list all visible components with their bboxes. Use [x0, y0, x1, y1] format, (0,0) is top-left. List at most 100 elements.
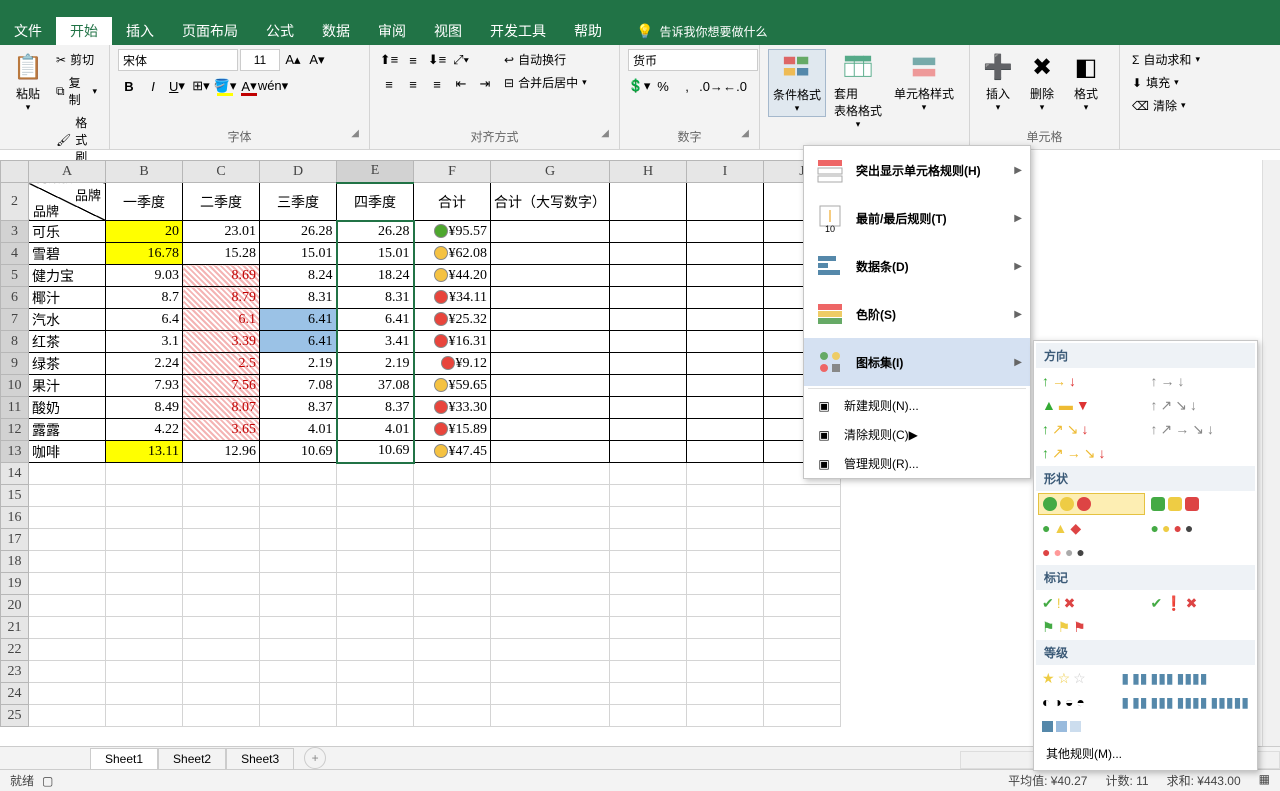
iconset-option[interactable]	[1117, 715, 1253, 737]
row-header[interactable]: 8	[1, 331, 29, 353]
copy-button[interactable]: ⧉复制▾	[52, 72, 101, 110]
align-top-icon[interactable]: ⬆≡	[378, 49, 400, 71]
row-header[interactable]: 23	[1, 661, 29, 683]
column-header[interactable]: H	[610, 161, 687, 183]
cf-item-0[interactable]: 突出显示单元格规则(H)▶	[804, 146, 1030, 194]
cf-simple-0[interactable]: ▣新建规则(N)...	[804, 391, 1030, 420]
row-header[interactable]: 21	[1, 617, 29, 639]
dialog-launcher-icon[interactable]: ◢	[351, 128, 359, 139]
format-painter-button[interactable]: 🖌格式刷	[52, 112, 101, 167]
cf-item-2[interactable]: 数据条(D)▶	[804, 242, 1030, 290]
bold-button[interactable]: B	[118, 75, 140, 97]
border-button[interactable]: ⊞▾	[190, 75, 212, 97]
row-header[interactable]: 17	[1, 529, 29, 551]
dialog-launcher-icon[interactable]: ◢	[741, 128, 749, 139]
row-header[interactable]: 7	[1, 309, 29, 331]
select-all-corner[interactable]	[1, 161, 29, 183]
iconset-option[interactable]: ◐◑◒◓	[1038, 691, 1115, 713]
iconset-option[interactable]: ✔❗✖	[1147, 592, 1254, 614]
menu-tab-4[interactable]: 公式	[252, 17, 308, 45]
menu-tab-1[interactable]: 开始	[56, 17, 112, 45]
format-as-table-button[interactable]: 套用 表格格式 ▾	[830, 49, 886, 132]
menu-tab-8[interactable]: 开发工具	[476, 17, 560, 45]
menu-tab-5[interactable]: 数据	[308, 17, 364, 45]
align-left-icon[interactable]: ≡	[378, 73, 400, 95]
cf-item-4[interactable]: 图标集(I)▶	[804, 338, 1030, 386]
menu-tab-6[interactable]: 审阅	[364, 17, 420, 45]
menu-tab-9[interactable]: 帮助	[560, 17, 616, 45]
sheet-tab[interactable]: Sheet2	[158, 748, 226, 769]
autosum-button[interactable]: Σ自动求和▾	[1128, 49, 1204, 70]
row-header[interactable]: 5	[1, 265, 29, 287]
iconset-option[interactable]	[1147, 616, 1254, 638]
menu-tab-7[interactable]: 视图	[420, 17, 476, 45]
row-header[interactable]: 13	[1, 441, 29, 463]
orientation-icon[interactable]: ⤢▾	[450, 49, 472, 71]
row-header[interactable]: 10	[1, 375, 29, 397]
iconset-option[interactable]: ▮▮▮▮▮▮▮▮▮▮▮▮▮▮▮	[1117, 691, 1253, 713]
cf-item-1[interactable]: 10最前/最后规则(T)▶	[804, 194, 1030, 242]
row-header[interactable]: 15	[1, 485, 29, 507]
row-header[interactable]: 3	[1, 221, 29, 243]
row-header[interactable]: 6	[1, 287, 29, 309]
align-bottom-icon[interactable]: ⬇≡	[426, 49, 448, 71]
percent-icon[interactable]: %	[652, 75, 674, 97]
insert-cells-button[interactable]: ➕插入▾	[978, 49, 1018, 115]
font-name-input[interactable]	[118, 49, 238, 71]
currency-icon[interactable]: 💲▾	[628, 75, 650, 97]
sheet-tab[interactable]: Sheet1	[90, 748, 158, 769]
column-header[interactable]: F	[414, 161, 491, 183]
iconset-option[interactable]: ★☆☆	[1038, 667, 1115, 689]
iconset-option[interactable]	[1038, 493, 1145, 515]
column-header[interactable]: G	[491, 161, 610, 183]
menu-tab-3[interactable]: 页面布局	[168, 17, 252, 45]
row-header[interactable]: 12	[1, 419, 29, 441]
cf-item-3[interactable]: 色阶(S)▶	[804, 290, 1030, 338]
cf-simple-2[interactable]: ▣管理规则(R)...	[804, 449, 1030, 478]
increase-decimal-icon[interactable]: .0→	[700, 75, 722, 97]
column-header[interactable]: C	[183, 161, 260, 183]
row-header[interactable]: 9	[1, 353, 29, 375]
phonetic-button[interactable]: wén▾	[262, 75, 284, 97]
dialog-launcher-icon[interactable]: ◢	[601, 128, 609, 139]
cf-simple-1[interactable]: ▣清除规则(C)▶	[804, 420, 1030, 449]
iconset-option[interactable]: ↑↗→↘↓	[1038, 442, 1145, 464]
view-normal-icon[interactable]: ▦	[1259, 772, 1270, 789]
tell-me[interactable]: 💡 告诉我你想要做什么	[636, 23, 767, 45]
iconset-option[interactable]: ↑↗↘↓	[1038, 418, 1145, 440]
iconset-option[interactable]	[1038, 715, 1115, 737]
fill-color-button[interactable]: 🪣▾	[214, 75, 236, 97]
column-header[interactable]: A	[29, 161, 106, 183]
row-header[interactable]: 24	[1, 683, 29, 705]
row-header[interactable]: 16	[1, 507, 29, 529]
align-right-icon[interactable]: ≡	[426, 73, 448, 95]
menu-tab-0[interactable]: 文件	[0, 17, 56, 45]
number-format-select[interactable]	[628, 49, 758, 71]
decrease-decimal-icon[interactable]: ←.0	[724, 75, 746, 97]
iconset-option[interactable]: ●▲◆	[1038, 517, 1145, 539]
column-header[interactable]: D	[260, 161, 337, 183]
fill-button[interactable]: ⬇填充▾	[1128, 72, 1204, 93]
iconset-option[interactable]: ▮▮▮▮▮▮▮▮▮▮	[1117, 667, 1253, 689]
underline-button[interactable]: U▾	[166, 75, 188, 97]
iconset-option[interactable]: ⚑⚑⚑	[1038, 616, 1145, 638]
paste-button[interactable]: 📋 粘贴 ▾	[8, 49, 48, 115]
iconset-option[interactable]: ↑→↓	[1038, 370, 1145, 392]
decrease-font-icon[interactable]: A▾	[306, 49, 328, 71]
iconset-option[interactable]: ✔!✖	[1038, 592, 1145, 614]
menu-tab-2[interactable]: 插入	[112, 17, 168, 45]
font-color-button[interactable]: A▾	[238, 75, 260, 97]
iconset-option[interactable]: ↑↗↘↓	[1147, 394, 1254, 416]
wrap-text-button[interactable]: ↩自动换行	[500, 49, 591, 70]
align-middle-icon[interactable]: ≡	[402, 49, 424, 71]
row-header[interactable]: 18	[1, 551, 29, 573]
sheet-tab[interactable]: Sheet3	[226, 748, 294, 769]
add-sheet-button[interactable]: +	[304, 747, 326, 769]
align-center-icon[interactable]: ≡	[402, 73, 424, 95]
font-size-input[interactable]	[240, 49, 280, 71]
row-header[interactable]: 19	[1, 573, 29, 595]
row-header[interactable]: 14	[1, 463, 29, 485]
indent-increase-icon[interactable]: ⇥	[474, 73, 496, 95]
row-header[interactable]: 2	[1, 183, 29, 221]
conditional-format-button[interactable]: 条件格式 ▾	[768, 49, 826, 117]
